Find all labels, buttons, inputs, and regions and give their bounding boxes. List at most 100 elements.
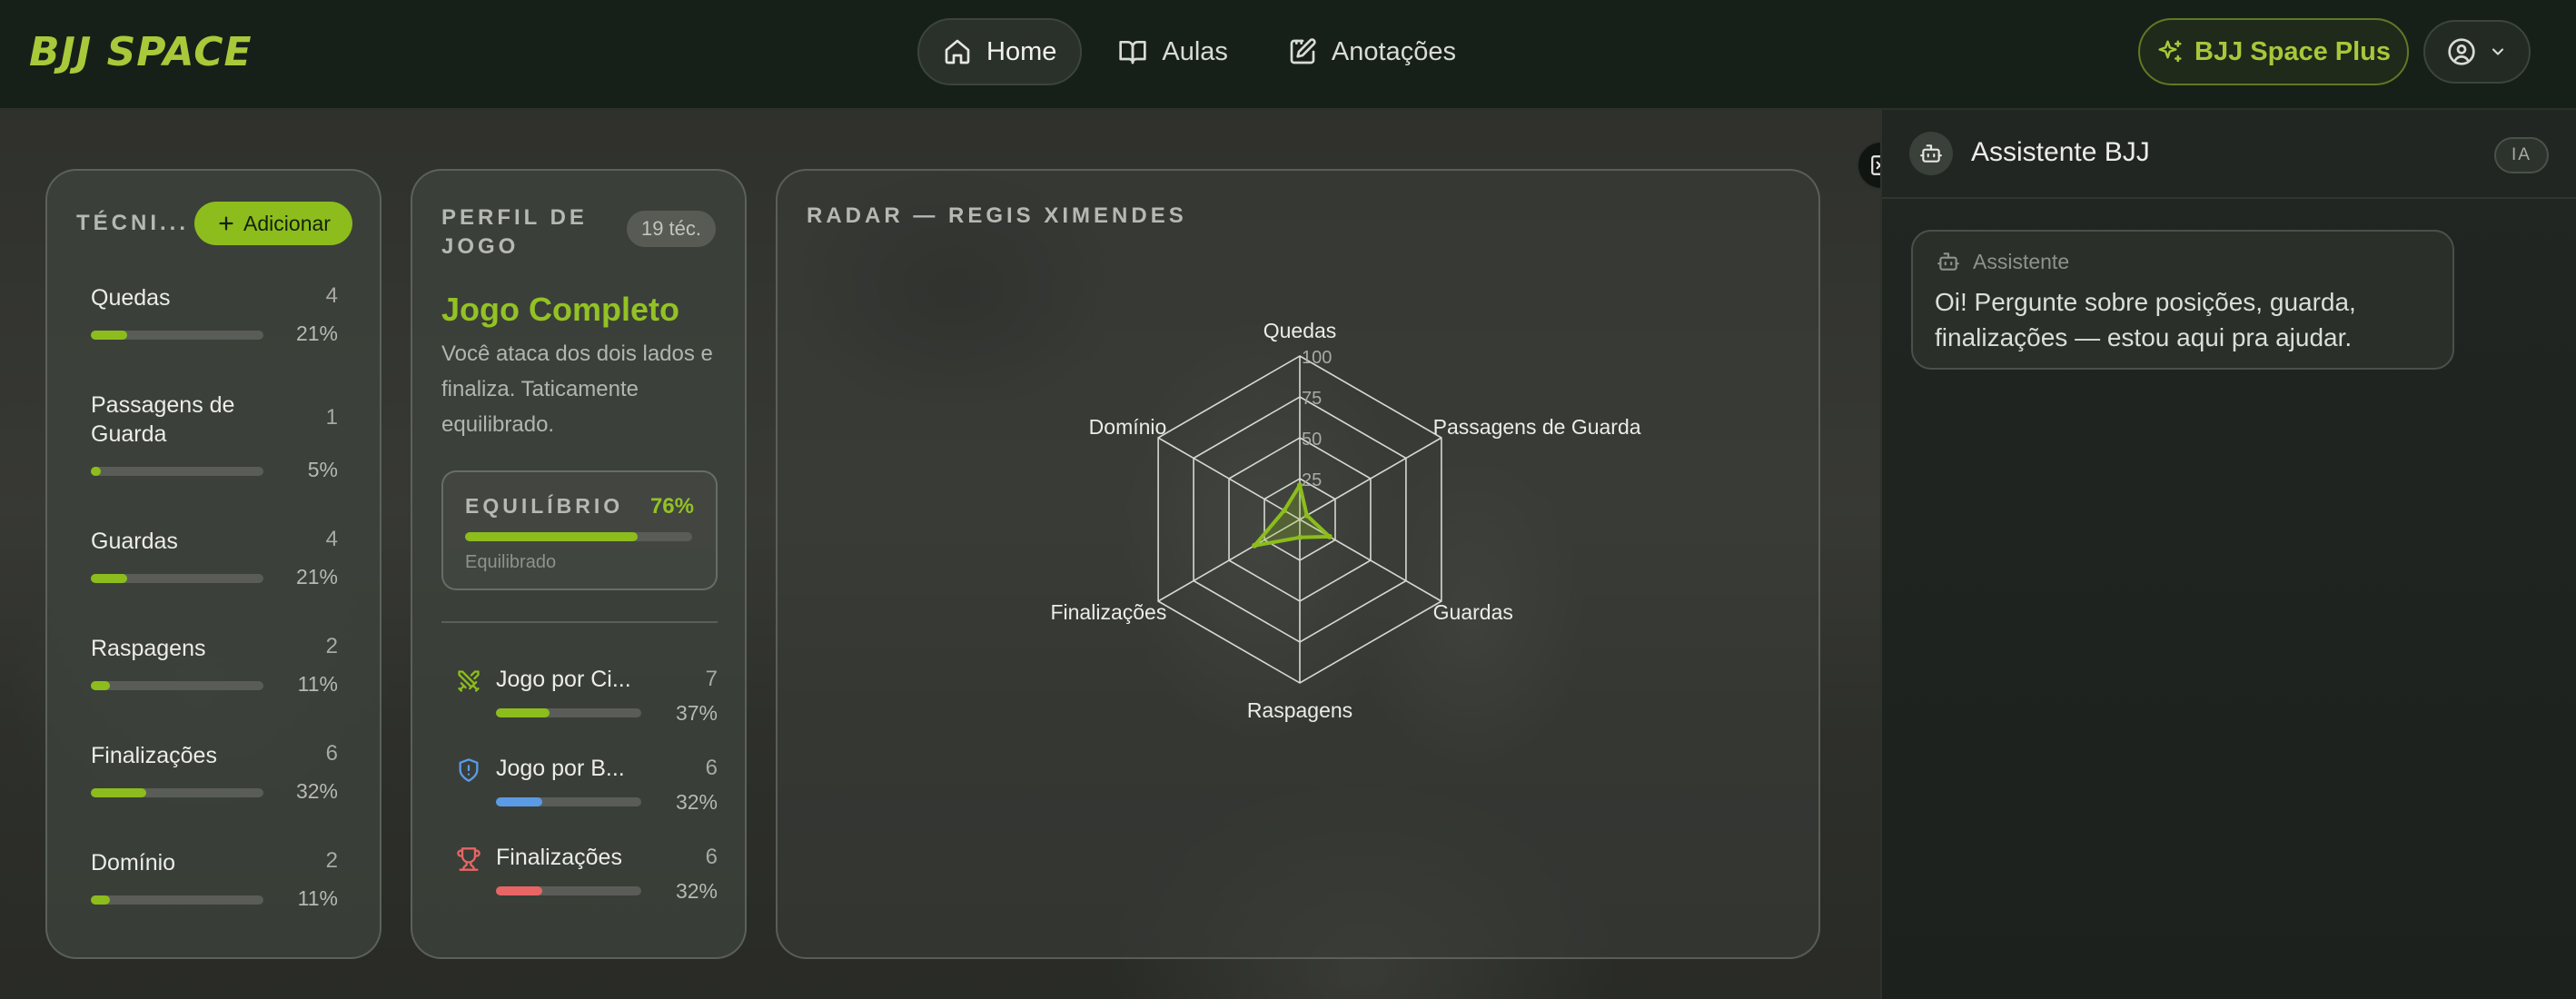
home-icon xyxy=(945,39,970,64)
radar-tick-label: 50 xyxy=(1302,430,1322,450)
bot-avatar xyxy=(1909,132,1953,175)
style-name: Finalizações xyxy=(496,845,622,870)
chevron-down-icon xyxy=(2492,48,2504,55)
technique-count: 2 xyxy=(325,634,338,658)
radar-data-point xyxy=(1297,482,1303,489)
style-count: 6 xyxy=(705,756,718,780)
radar-axis-label: Passagens de Guarda xyxy=(1433,415,1641,439)
perfil-title: PERFIL DE JOGO xyxy=(441,203,588,262)
bot-icon xyxy=(1920,144,1942,163)
technique-item-guardas[interactable]: Guardas 4 21% xyxy=(91,527,338,608)
assistant-panel: Assistente BJJ IA Assistente Oi! Pergunt… xyxy=(1880,110,2576,999)
perfil-title-line2: JOGO xyxy=(441,234,520,259)
assistant-title: Assistente BJJ xyxy=(1971,137,2150,167)
radar-tick-label: 75 xyxy=(1302,389,1322,409)
technique-pct: 21% xyxy=(295,565,338,589)
technique-name: Domínio xyxy=(91,850,176,875)
nav-item-aulas[interactable]: Aulas xyxy=(1095,18,1252,85)
radar-tick-label: 25 xyxy=(1302,470,1322,490)
technique-name: Passagens de Guarda xyxy=(91,392,235,447)
style-bar xyxy=(496,886,641,895)
equilibrio-bar xyxy=(465,532,692,541)
plus-icon xyxy=(219,216,233,231)
plus-label: BJJ Space Plus xyxy=(2195,36,2391,66)
style-pct: 32% xyxy=(675,879,718,903)
technique-name: Finalizações xyxy=(91,743,217,768)
jogo-title: Jogo Completo xyxy=(441,291,679,328)
style-pct: 32% xyxy=(675,790,718,814)
radar-tick-label: 100 xyxy=(1302,348,1332,368)
technique-item-finalizacoes[interactable]: Finalizações 6 32% xyxy=(91,741,338,823)
bjj-space-plus-button[interactable]: BJJ Space Plus xyxy=(2138,18,2409,85)
radar-axis-label: Domínio xyxy=(1089,415,1167,439)
bot-icon xyxy=(1937,252,1959,271)
divider xyxy=(441,621,718,623)
technique-count: 1 xyxy=(325,405,338,430)
technique-bar xyxy=(91,574,263,583)
nav-item-anotacoes[interactable]: Anotações xyxy=(1264,18,1480,85)
technique-count: 2 xyxy=(325,848,338,873)
book-icon xyxy=(1119,41,1147,64)
technique-count: 4 xyxy=(325,527,338,551)
technique-name: Raspagens xyxy=(91,636,206,661)
style-row-base[interactable]: Jogo por B... 6 32% xyxy=(456,756,718,819)
style-row-finalizacoes[interactable]: Finalizações 6 32% xyxy=(456,845,718,908)
style-name: Jogo por B... xyxy=(496,756,625,781)
ia-badge: IA xyxy=(2494,137,2549,173)
sparkles-icon xyxy=(2158,40,2182,63)
message-sender: Assistente xyxy=(1973,250,2070,273)
nav-item-home[interactable]: Home xyxy=(917,18,1083,85)
assistant-message: Assistente Oi! Pergunte sobre posições, … xyxy=(1911,230,2454,370)
tecnicas-title: TÉCNI... xyxy=(76,211,190,235)
style-name: Jogo por Ci... xyxy=(496,667,631,692)
radar-data-point xyxy=(1297,534,1303,540)
assistant-header: Assistente BJJ IA xyxy=(1882,110,2576,199)
equilibrio-label: EQUILÍBRIO xyxy=(465,494,624,518)
equilibrio-value: 76% xyxy=(649,494,694,519)
radar-axis-label: Quedas xyxy=(1263,319,1337,342)
radar-axis-label: Guardas xyxy=(1433,600,1513,624)
tecnicas-card: TÉCNI... Adicionar Quedas 4 21% Passagen… xyxy=(45,169,381,959)
perfil-card: PERFIL DE JOGO 19 téc. Jogo Completo Voc… xyxy=(411,169,747,959)
main-nav: Home Aulas Anotações xyxy=(917,18,1480,85)
radar-data-point xyxy=(1281,508,1287,514)
technique-bar xyxy=(91,467,263,476)
nav-item-label: Anotações xyxy=(1331,36,1456,66)
technique-bar xyxy=(91,331,263,340)
technique-pct: 11% xyxy=(297,672,338,696)
technique-item-passagens[interactable]: Passagens de Guarda 1 5% xyxy=(91,391,338,481)
technique-name: Quedas xyxy=(91,285,171,311)
style-bar xyxy=(496,797,641,806)
swords-icon xyxy=(458,670,480,692)
style-bar xyxy=(496,708,641,717)
perfil-title-line1: PERFIL DE xyxy=(441,205,588,230)
technique-count-badge: 19 téc. xyxy=(626,211,716,247)
radar-data-point xyxy=(1326,533,1333,539)
radar-card: RADAR — REGIS XIMENDES 25 50 75 100 Quedas Pa… xyxy=(776,169,1820,959)
user-menu-button[interactable] xyxy=(2423,20,2531,84)
technique-item-quedas[interactable]: Quedas 4 21% xyxy=(91,283,338,365)
message-text: Oi! Pergunte sobre posições, guarda, fin… xyxy=(1935,288,2356,351)
technique-pct: 32% xyxy=(295,779,338,803)
add-technique-button[interactable]: Adicionar xyxy=(194,202,352,245)
shield-icon xyxy=(459,758,479,782)
radar-chart: 25 50 75 100 Quedas Passagens de Guarda Guarda… xyxy=(1050,319,1641,722)
equilibrio-box: EQUILÍBRIO 76% Equilibrado xyxy=(441,470,718,590)
edit-note-icon xyxy=(1290,38,1316,64)
brand-logo[interactable]: BJJ SPACE xyxy=(29,29,253,75)
technique-name: Guardas xyxy=(91,529,178,554)
technique-pct: 5% xyxy=(307,458,338,481)
nav-item-label: Aulas xyxy=(1162,36,1228,66)
add-label: Adicionar xyxy=(243,211,331,235)
technique-bar xyxy=(91,895,263,905)
technique-count: 4 xyxy=(325,283,338,308)
radar-data-point xyxy=(1303,512,1310,519)
technique-item-dominio[interactable]: Domínio 2 11% xyxy=(91,848,338,930)
jogo-description: Você ataca dos dois lados e finaliza. Ta… xyxy=(441,341,713,437)
radar-axis-label: Raspagens xyxy=(1247,698,1352,722)
style-row-ciclos[interactable]: Jogo por Ci... 7 37% xyxy=(456,667,718,730)
radar-data-point xyxy=(1252,542,1258,549)
technique-item-raspagens[interactable]: Raspagens 2 11% xyxy=(91,634,338,716)
style-pct: 37% xyxy=(675,701,718,725)
technique-pct: 21% xyxy=(295,321,338,345)
